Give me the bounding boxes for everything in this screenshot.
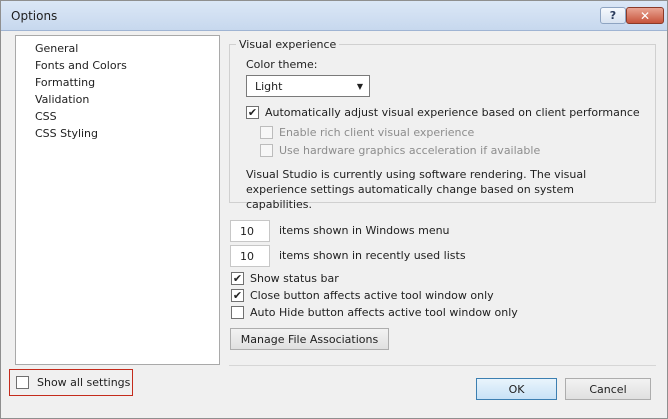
rich-client-checkbox[interactable] — [260, 126, 273, 139]
auto-adjust-label: Automatically adjust visual experience b… — [265, 106, 640, 119]
tree-item-formatting[interactable]: Formatting — [35, 76, 95, 90]
help-icon: ? — [609, 9, 617, 22]
hardware-acceleration-option[interactable]: Use hardware graphics acceleration if av… — [260, 144, 540, 157]
tree-item-general[interactable]: General — [35, 42, 78, 56]
settings-tree[interactable]: General Fonts and Colors Formatting Vali… — [15, 35, 220, 365]
tree-item-css[interactable]: CSS — [35, 110, 57, 124]
show-all-settings[interactable]: Show all settings — [9, 369, 133, 396]
ok-button[interactable]: OK — [476, 378, 557, 400]
windows-menu-count-input[interactable]: 10 — [230, 220, 270, 242]
close-button-checkbox[interactable]: ✔ — [231, 289, 244, 302]
auto-adjust-checkbox[interactable]: ✔ — [246, 106, 259, 119]
window-title: Options — [11, 9, 58, 23]
show-status-bar-label: Show status bar — [250, 272, 339, 285]
windows-menu-count-label: items shown in Windows menu — [279, 224, 450, 237]
close-button-option[interactable]: ✔ Close button affects active tool windo… — [231, 289, 494, 302]
show-status-bar-option[interactable]: ✔ Show status bar — [231, 272, 339, 285]
chevron-down-icon: ▼ — [356, 81, 363, 91]
cancel-button[interactable]: Cancel — [565, 378, 651, 400]
title-bar[interactable]: Options ? ✕ — [1, 1, 667, 31]
recent-list-count-input[interactable]: 10 — [230, 245, 270, 267]
visual-experience-title: Visual experience — [236, 38, 340, 51]
close-button-label: Close button affects active tool window … — [250, 289, 494, 302]
hardware-acceleration-checkbox[interactable] — [260, 144, 273, 157]
rendering-description: Visual Studio is currently using softwar… — [246, 168, 587, 211]
auto-hide-checkbox[interactable] — [231, 306, 244, 319]
tree-item-validation[interactable]: Validation — [35, 93, 89, 107]
tree-item-fonts-and-colors[interactable]: Fonts and Colors — [35, 59, 127, 73]
hardware-acceleration-label: Use hardware graphics acceleration if av… — [279, 144, 541, 157]
show-all-settings-label: Show all settings — [37, 376, 131, 389]
manage-file-associations-button[interactable]: Manage File Associations — [230, 328, 389, 350]
recent-list-count-label: items shown in recently used lists — [279, 249, 466, 262]
show-all-settings-checkbox[interactable] — [16, 376, 29, 389]
auto-adjust-option[interactable]: ✔ Automatically adjust visual experience… — [246, 106, 640, 119]
rich-client-label: Enable rich client visual experience — [279, 126, 475, 139]
help-button[interactable]: ? — [600, 7, 626, 24]
auto-hide-label: Auto Hide button affects active tool win… — [250, 306, 518, 319]
close-icon: ✕ — [639, 8, 651, 23]
tree-item-css-styling[interactable]: CSS Styling — [35, 127, 98, 141]
rich-client-option[interactable]: Enable rich client visual experience — [260, 126, 474, 139]
auto-hide-option[interactable]: Auto Hide button affects active tool win… — [231, 306, 518, 319]
color-theme-value: Light — [255, 79, 283, 93]
close-button[interactable]: ✕ — [626, 7, 664, 24]
color-theme-label: Color theme: — [246, 58, 318, 71]
color-theme-dropdown[interactable]: Light ▼ — [246, 75, 370, 97]
divider — [229, 365, 656, 366]
show-status-bar-checkbox[interactable]: ✔ — [231, 272, 244, 285]
